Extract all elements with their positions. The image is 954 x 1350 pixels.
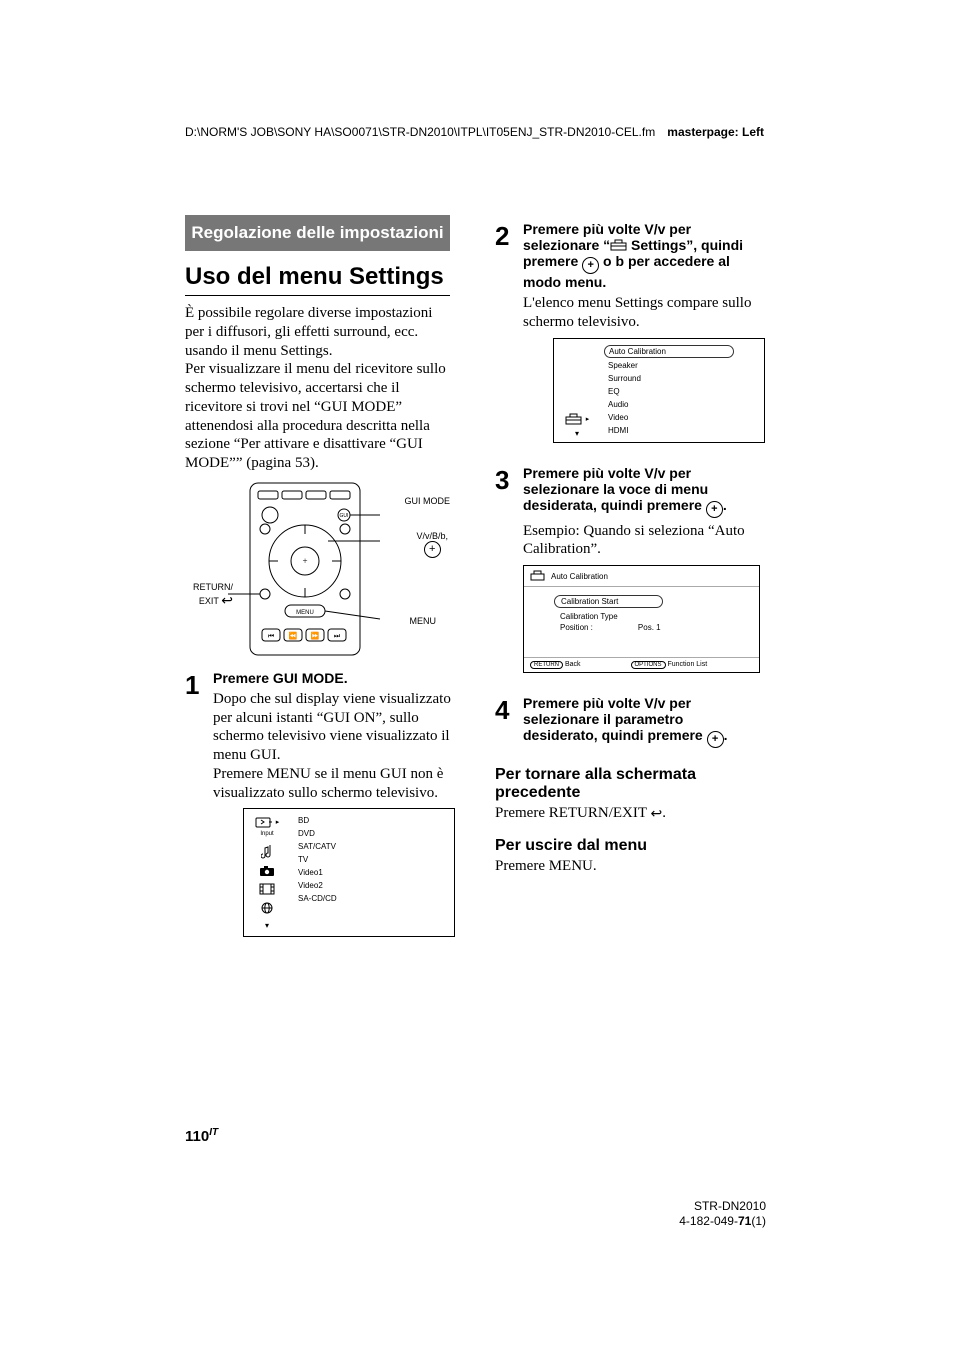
auto-calibration-box: Auto Calibration Calibration Start Calib… <box>523 565 760 673</box>
options-key-hint: OPTIONS <box>631 661 666 669</box>
input-icon <box>255 815 273 829</box>
input-item: SAT/CATV <box>294 841 450 852</box>
svg-text:⏭: ⏭ <box>333 632 340 640</box>
return-icon: ↩ <box>221 592 233 609</box>
input-item: BD <box>294 815 450 826</box>
input-item: SA-CD/CD <box>294 893 450 904</box>
step-2-num: 2 <box>495 221 523 443</box>
step-2-title: Premere più volte V/v per selezionare “ … <box>523 221 765 290</box>
auto-cal-row-label: Position : <box>560 623 593 632</box>
sub-desc-exit: Premere MENU. <box>495 857 760 876</box>
step-4: 4 Premere più volte V/v per selezionare … <box>495 695 760 752</box>
music-icon <box>261 843 273 859</box>
sub-heading-exit: Per uscire dal menu <box>495 837 760 855</box>
step-3-num: 3 <box>495 465 523 674</box>
return-icon: ↩ <box>651 806 663 824</box>
settings-item: Video <box>604 412 760 423</box>
sub-desc-return: Premere RETURN/EXIT ↩. <box>495 804 760 824</box>
settings-item: Surround <box>604 373 760 384</box>
step-1-desc: Dopo che sul display viene visualizzato … <box>213 690 455 803</box>
header-masterpage: masterpage: Left <box>667 125 764 139</box>
settings-menu-box: ▸ ▾ Auto Calibration Speaker Surround EQ… <box>553 338 765 443</box>
input-menu-box: ▸ Input ▾ BD DVD SAT/CATV <box>243 808 455 937</box>
auto-cal-row-selected: Calibration Start <box>554 595 663 608</box>
camera-icon <box>259 865 275 877</box>
settings-item: EQ <box>604 386 760 397</box>
remote-diagram: GUI + MENU <box>185 479 450 664</box>
auto-cal-row-label: Calibration Type <box>560 612 618 621</box>
section-title-bar: Regolazione delle impostazioni <box>185 215 450 251</box>
film-icon <box>259 883 275 895</box>
globe-icon <box>259 901 275 915</box>
svg-text:⏮: ⏮ <box>267 632 273 640</box>
footer-model: STR-DN2010 <box>679 1199 766 1215</box>
return-key-hint: RETURN <box>530 661 563 669</box>
step-3-title: Premere più volte V/v per selezionare la… <box>523 465 760 518</box>
svg-text:⏩: ⏩ <box>310 631 319 640</box>
diagram-label-gui: GUI MODE <box>404 496 450 506</box>
diagram-arrows-label: V/v/B/b, <box>416 531 448 541</box>
plus-icon: + <box>582 257 599 274</box>
step-3: 3 Premere più volte V/v per selezionare … <box>495 465 760 674</box>
auto-cal-row-val: Pos. 1 <box>638 623 661 632</box>
plus-icon: + <box>706 501 723 518</box>
diagram-label-return: RETURN/ EXIT ↩ <box>183 582 233 609</box>
settings-item: Speaker <box>604 360 760 371</box>
input-item: TV <box>294 854 450 865</box>
footer: STR-DN2010 4-182-049-71(1) <box>679 1199 766 1230</box>
auto-cal-title: Auto Calibration <box>551 572 608 581</box>
page-number: 110IT <box>185 1127 218 1145</box>
input-label: Input <box>260 831 273 837</box>
step-1-num: 1 <box>185 670 213 938</box>
svg-text:+: + <box>302 556 307 566</box>
input-item: Video2 <box>294 880 450 891</box>
back-label: Back <box>565 661 581 668</box>
step-4-num: 4 <box>495 695 523 752</box>
svg-text:⏪: ⏪ <box>288 631 297 640</box>
step-3-desc: Esempio: Quando si seleziona “Auto Calib… <box>523 522 760 560</box>
step-2-desc: L'elenco menu Settings compare sullo sch… <box>523 294 765 332</box>
step-4-title: Premere più volte V/v per selezionare il… <box>523 695 760 748</box>
intro-text: È possibile regolare diverse impostazion… <box>185 304 450 473</box>
plus-icon: + <box>424 541 441 558</box>
svg-text:GUI: GUI <box>339 513 348 519</box>
settings-item: HDMI <box>604 425 760 436</box>
input-item: Video1 <box>294 867 450 878</box>
step-2: 2 Premere più volte V/v per selezionare … <box>495 221 760 443</box>
step-1: 1 Premere GUI MODE. Dopo che sul display… <box>185 670 450 938</box>
header-path: D:\NORM'S JOB\SONY HA\SO0071\STR-DN2010\… <box>185 125 655 139</box>
toolbox-icon <box>530 570 547 582</box>
sub-heading-return: Per tornare alla schermata precedente <box>495 766 760 803</box>
svg-text:MENU: MENU <box>296 610 314 616</box>
options-label: Function List <box>667 661 707 668</box>
left-column: Regolazione delle impostazioni Uso del m… <box>185 215 450 937</box>
footer-docnum: 4-182-049-71(1) <box>679 1214 766 1230</box>
input-item: DVD <box>294 828 450 839</box>
diagram-label-menu: MENU <box>410 616 437 626</box>
toolbox-icon <box>565 413 582 425</box>
plus-icon: + <box>707 731 724 748</box>
right-column: 2 Premere più volte V/v per selezionare … <box>495 215 760 937</box>
step-1-title: Premere GUI MODE. <box>213 670 455 686</box>
settings-item-selected: Auto Calibration <box>604 345 734 358</box>
settings-item: Audio <box>604 399 760 410</box>
page-title: Uso del menu Settings <box>185 263 450 296</box>
